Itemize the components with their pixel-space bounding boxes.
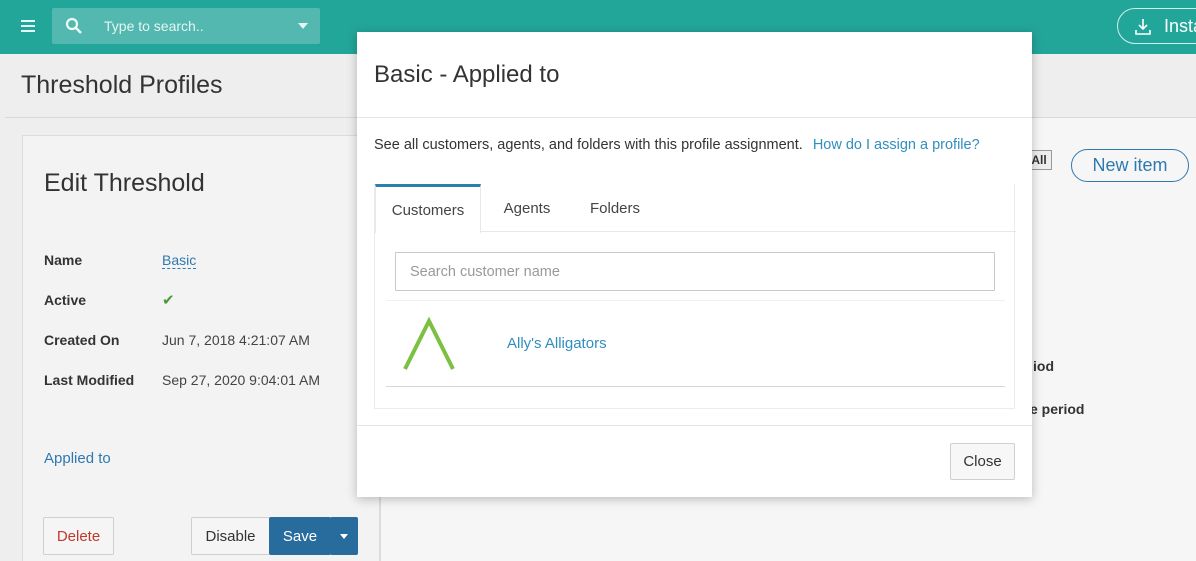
help-link[interactable]: How do I assign a profile?: [813, 137, 980, 153]
tab-bar: Customers Agents Folders: [375, 184, 1016, 233]
tab-agents[interactable]: Agents: [488, 184, 566, 232]
divider: [357, 117, 1032, 118]
customer-name-link[interactable]: Ally's Alligators: [507, 335, 607, 352]
caret-up-logo: [403, 317, 455, 370]
tab-customers[interactable]: Customers: [375, 184, 481, 233]
customer-search-input[interactable]: [395, 252, 995, 291]
tab-folders[interactable]: Folders: [575, 184, 655, 232]
description-text: See all customers, agents, and folders w…: [374, 137, 803, 153]
tab-panel: Customers Agents Folders Ally's Alligato…: [374, 184, 1016, 409]
customer-row[interactable]: Ally's Alligators: [386, 301, 1005, 387]
close-button[interactable]: Close: [950, 443, 1015, 480]
modal-title: Basic - Applied to: [374, 61, 560, 88]
divider: [357, 425, 1032, 426]
applied-to-modal: Basic - Applied to See all customers, ag…: [357, 32, 1032, 497]
modal-description: See all customers, agents, and folders w…: [374, 137, 980, 153]
